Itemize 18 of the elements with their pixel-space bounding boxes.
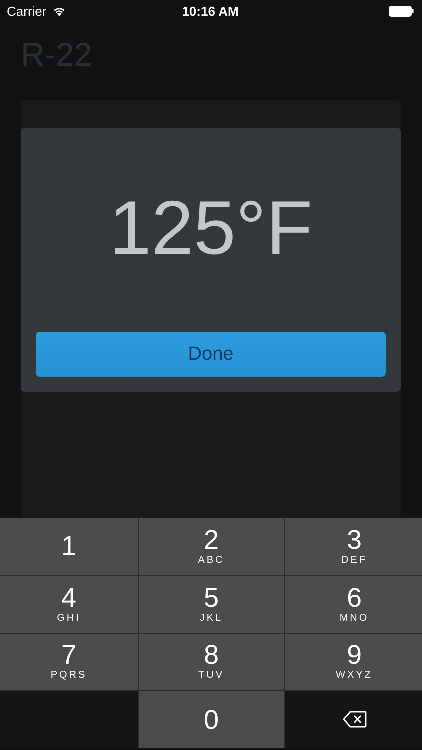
keypad-key[interactable]: 3 DEF bbox=[285, 518, 422, 575]
keypad-key[interactable]: 9 WXYZ bbox=[285, 634, 422, 690]
keypad-key[interactable]: 2 ABC bbox=[139, 518, 284, 575]
wifi-icon bbox=[52, 6, 67, 16]
keypad-key[interactable]: 7 PQRS bbox=[0, 634, 138, 690]
keypad-key[interactable]: 4 GHI bbox=[0, 576, 138, 632]
keypad-key[interactable]: 8 TUV bbox=[139, 634, 284, 690]
done-button[interactable]: Done bbox=[36, 332, 386, 377]
keypad-key[interactable]: 1 bbox=[0, 518, 138, 575]
keypad-key[interactable]: 5 JKL bbox=[139, 576, 284, 632]
carrier-name: Carrier bbox=[7, 4, 47, 18]
backspace-icon bbox=[342, 711, 366, 728]
keypad-key[interactable]: 0 bbox=[139, 691, 284, 748]
keypad-key[interactable]: 6 MNO bbox=[285, 576, 422, 632]
temperature-reading: 125°F bbox=[109, 185, 313, 273]
battery-icon bbox=[388, 6, 414, 16]
status-time: 10:16 AM bbox=[182, 4, 239, 18]
delete-key[interactable] bbox=[285, 691, 422, 748]
